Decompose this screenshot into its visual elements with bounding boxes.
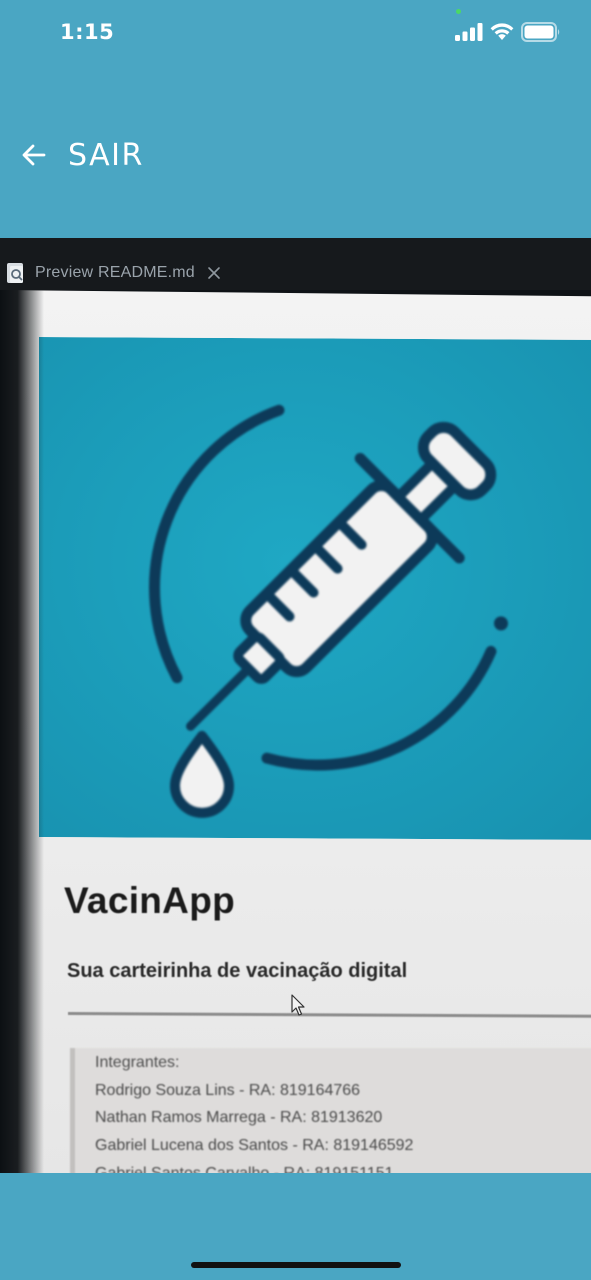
editor-tab-bar: Preview README.md — [0, 238, 591, 290]
preview-file-icon — [7, 263, 23, 283]
readme-title: VacinApp — [64, 880, 235, 921]
member-item: Gabriel Santos Carvalho - RA: 819151151 — [95, 1165, 394, 1173]
monitor-bezel-shadow — [0, 290, 44, 1173]
members-heading: Integrantes: — [95, 1054, 180, 1071]
battery-icon — [521, 22, 560, 42]
member-item: Nathan Ramos Marrega - RA: 81913620 — [95, 1109, 383, 1126]
app-bar: SAIR — [0, 105, 591, 205]
cellular-signal-icon — [455, 23, 483, 41]
home-indicator[interactable] — [191, 1262, 401, 1268]
tab-label: Preview README.md — [35, 264, 195, 281]
photo-preview: Preview README.md VacinApp Sua carteirin… — [0, 238, 591, 1173]
close-icon[interactable] — [207, 266, 221, 280]
member-item: Rodrigo Souza Lins - RA: 819164766 — [95, 1082, 361, 1099]
member-item: Gabriel Lucena dos Santos - RA: 81914659… — [95, 1137, 414, 1154]
arrow-left-icon — [22, 144, 46, 166]
back-label: SAIR — [68, 137, 144, 173]
back-button[interactable]: SAIR — [14, 135, 144, 175]
mouse-cursor-icon — [291, 994, 305, 1016]
privacy-indicator-dot — [456, 9, 461, 14]
tab-preview-readme[interactable]: Preview README.md — [6, 260, 221, 286]
members-blockquote: Integrantes: Rodrigo Souza Lins - RA: 81… — [70, 1048, 591, 1173]
vacinapp-logo-image — [39, 337, 591, 840]
status-time: 1:15 — [60, 20, 115, 44]
status-bar: 1:15 — [0, 0, 591, 62]
readme-subtitle: Sua carteirinha de vacinação digital — [67, 960, 408, 982]
wifi-icon — [490, 23, 514, 40]
